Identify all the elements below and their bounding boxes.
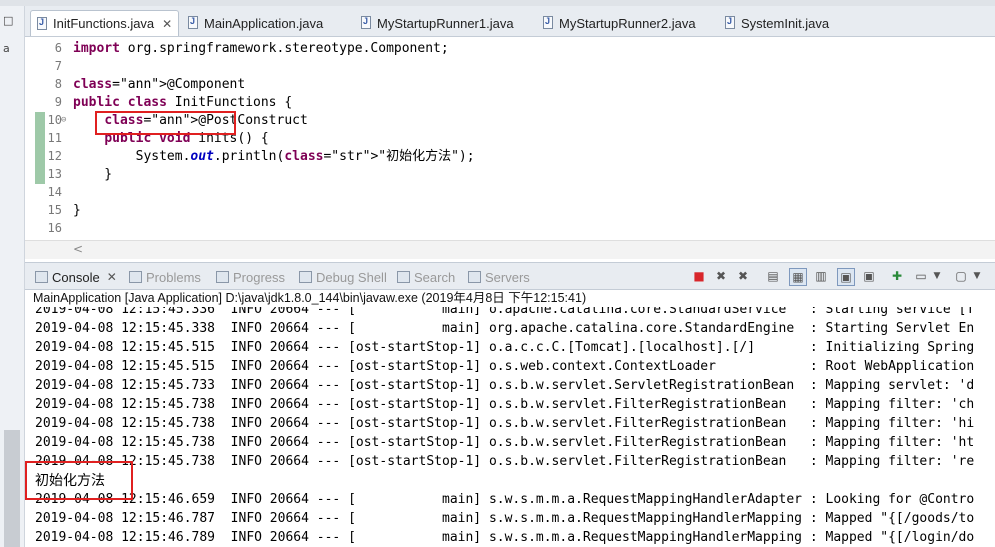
editor-tab[interactable]: MyStartupRunner1.java [355, 10, 520, 36]
code-text: } [73, 203, 81, 218]
progress-icon [216, 271, 229, 283]
console-log-line: 2019-04-08 12:15:45.738 INFO 20664 --- [… [35, 435, 975, 450]
close-icon[interactable]: ✕ [107, 270, 117, 284]
tab-console[interactable]: Console ✕ [35, 267, 117, 287]
minimize-icon[interactable]: □ [3, 14, 13, 27]
show-on-stdout-icon[interactable]: ▣ [837, 268, 855, 286]
console-launch-header: MainApplication [Java Application] D:\ja… [33, 291, 587, 305]
java-file-icon [361, 16, 372, 30]
tab-problems[interactable]: Problems [129, 267, 201, 287]
console-log-line: 2019-04-08 12:15:45.738 INFO 20664 --- [… [35, 397, 975, 412]
code-text: System.out.println(class="str">"初始化方法"); [73, 149, 475, 164]
code-editor[interactable]: 6 import org.springframework.stereotype.C… [25, 37, 995, 240]
code-text: public class InitFunctions { [73, 95, 293, 110]
code-line: 16 [25, 220, 995, 238]
scroll-lock-icon[interactable]: ▦ [789, 268, 807, 286]
editor-tab-label: SystemInit.java [741, 15, 830, 31]
editor-tab-label: MyStartupRunner1.java [377, 15, 514, 31]
editor-tab-label: MyStartupRunner2.java [559, 15, 696, 31]
editor-horizontal-scrollbar[interactable]: < [25, 240, 995, 259]
word-wrap-icon[interactable]: ▥ [813, 268, 829, 284]
search-icon [397, 271, 410, 283]
java-file-icon [725, 16, 736, 30]
editor-tab-bar: InitFunctions.java ✕ MainApplication.java M… [25, 6, 995, 37]
line-number: 12 [47, 149, 62, 163]
scroll-left-icon[interactable]: < [73, 242, 83, 256]
code-line: 6 import org.springframework.stereotype.C… [25, 40, 995, 58]
tab-search-label: Search [414, 269, 456, 285]
tab-debug-shell[interactable]: Debug Shell [299, 267, 387, 287]
chevron-down-icon[interactable]: ▼ [969, 268, 985, 284]
servers-icon [468, 271, 481, 283]
line-number: 7 [54, 59, 62, 73]
editor-tab[interactable]: MainApplication.java [182, 10, 329, 36]
editor-tab-label: InitFunctions.java [53, 16, 155, 31]
line-number: 16 [47, 221, 62, 235]
editor-tab[interactable]: MyStartupRunner2.java [537, 10, 702, 36]
code-text: class="ann">@Component [73, 77, 246, 92]
problems-icon [129, 271, 142, 283]
console-log-line: 2019-04-08 12:15:45.336 INFO 20664 --- [… [35, 307, 975, 317]
show-on-stderr-icon[interactable]: ▣ [861, 268, 877, 284]
line-number: 11 [47, 131, 62, 145]
tab-servers[interactable]: Servers [468, 267, 530, 287]
line-number: 9 [54, 95, 62, 109]
console-log-line: 2019-04-08 12:15:46.789 INFO 20664 --- [… [35, 530, 975, 545]
tab-servers-label: Servers [485, 269, 530, 285]
line-number: 15 [47, 203, 62, 217]
console-log-line: 2019-04-08 12:15:46.787 INFO 20664 --- [… [35, 511, 975, 526]
console-log-line: 2019-04-08 12:15:45.733 INFO 20664 --- [… [35, 378, 975, 393]
clear-console-icon[interactable]: ▤ [765, 268, 781, 284]
fold-icon[interactable]: ⊖ [61, 115, 66, 125]
console-log-line: 2019-04-08 12:15:45.738 INFO 20664 --- [… [35, 416, 975, 431]
remove-launch-icon[interactable]: ✖ [713, 268, 729, 284]
line-number: 6 [54, 41, 62, 55]
console-log-line: 2019-04-08 12:15:45.338 INFO 20664 --- [… [35, 321, 975, 336]
code-line: 13 } [25, 166, 995, 184]
display-console-icon[interactable]: ▭ [913, 268, 929, 284]
chevron-down-icon[interactable]: ▼ [929, 268, 945, 284]
editor-tab[interactable]: SystemInit.java [719, 10, 835, 36]
view-icon[interactable]: a [3, 42, 10, 55]
code-line: 9 public class InitFunctions { [25, 94, 995, 112]
code-line: 15} [25, 202, 995, 220]
tab-progress[interactable]: Progress [216, 267, 285, 287]
annotation-highlight-box [95, 111, 236, 135]
tab-search[interactable]: Search [397, 267, 455, 287]
code-line: 7 [25, 58, 995, 76]
editor-tab[interactable]: InitFunctions.java ✕ [30, 10, 180, 36]
console-log-line: 2019-04-08 12:15:45.515 INFO 20664 --- [… [35, 359, 975, 374]
tab-console-label: Console [52, 269, 100, 285]
java-file-icon [188, 16, 199, 30]
code-line: 8 class="ann">@Component [25, 76, 995, 94]
code-line: 12 System.out.println(class="str">"初始化方法… [25, 148, 995, 166]
terminate-icon[interactable]: ■ [691, 268, 707, 284]
console-log-line: 2019-04-08 12:15:45.738 INFO 20664 --- [… [35, 454, 975, 469]
line-number: 8 [54, 77, 62, 91]
console-icon [35, 271, 48, 283]
tab-debug-shell-label: Debug Shell [316, 269, 387, 285]
java-file-icon [37, 16, 48, 31]
code-line: 14 [25, 184, 995, 202]
open-console-icon[interactable]: ▢ [953, 268, 969, 284]
line-number: 10 [47, 113, 62, 127]
console-output[interactable]: 2019-04-08 12:15:45.336 INFO 20664 --- [… [25, 307, 995, 547]
line-number: 13 [47, 167, 62, 181]
console-log-line: 2019-04-08 12:15:45.515 INFO 20664 --- [… [35, 340, 975, 355]
tab-progress-label: Progress [233, 269, 286, 285]
debug-shell-icon [299, 271, 312, 283]
line-number: 14 [47, 185, 62, 199]
output-highlight-box [25, 461, 133, 500]
console-log-line: 2019-04-08 12:15:46.659 INFO 20664 --- [… [35, 492, 975, 507]
close-icon[interactable]: ✕ [162, 17, 172, 31]
java-file-icon [543, 16, 554, 30]
remove-all-terminated-icon[interactable]: ✖ [735, 268, 751, 284]
editor-tab-label: MainApplication.java [204, 15, 324, 31]
console-view-toolbar: Console ✕ Problems Progress Debug Shell … [25, 262, 995, 290]
code-text: } [73, 167, 113, 182]
code-text: import org.springframework.stereotype.Co… [73, 41, 449, 56]
left-scrollbar[interactable] [4, 430, 20, 547]
pin-console-icon[interactable]: ✚ [889, 268, 905, 284]
tab-problems-label: Problems [146, 269, 201, 285]
